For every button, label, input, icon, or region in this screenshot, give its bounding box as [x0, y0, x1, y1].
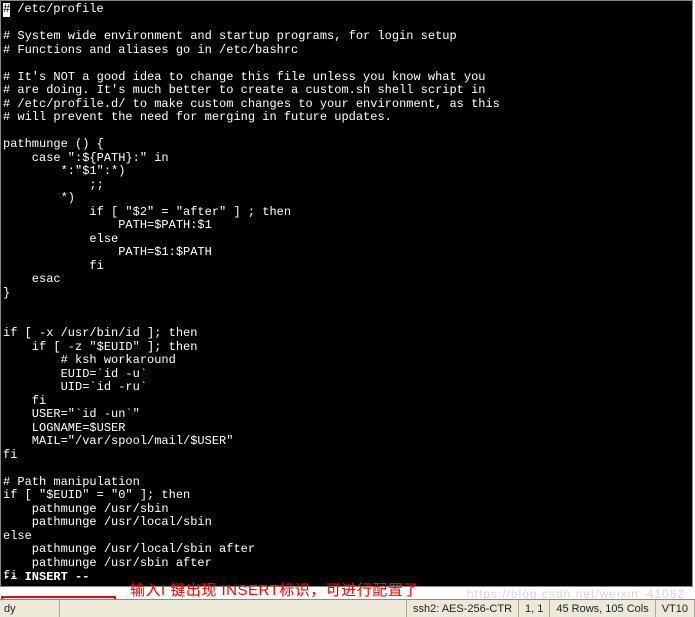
status-cursor: 1, 1 [519, 600, 550, 617]
file-content[interactable]: # /etc/profile # System wide environment… [3, 3, 690, 584]
status-cipher: ssh2: AES-256-CTR [407, 600, 519, 617]
status-spacer [60, 600, 407, 617]
status-emulation: VT10 [656, 600, 695, 617]
status-ready: dy [0, 600, 60, 617]
vim-mode-line: -- INSERT -- [3, 570, 89, 584]
terminal-editor[interactable]: # /etc/profile # System wide environment… [0, 0, 693, 587]
status-bar: dy ssh2: AES-256-CTR 1, 1 45 Rows, 105 C… [0, 599, 695, 617]
status-dimensions: 45 Rows, 105 Cols [550, 600, 655, 617]
